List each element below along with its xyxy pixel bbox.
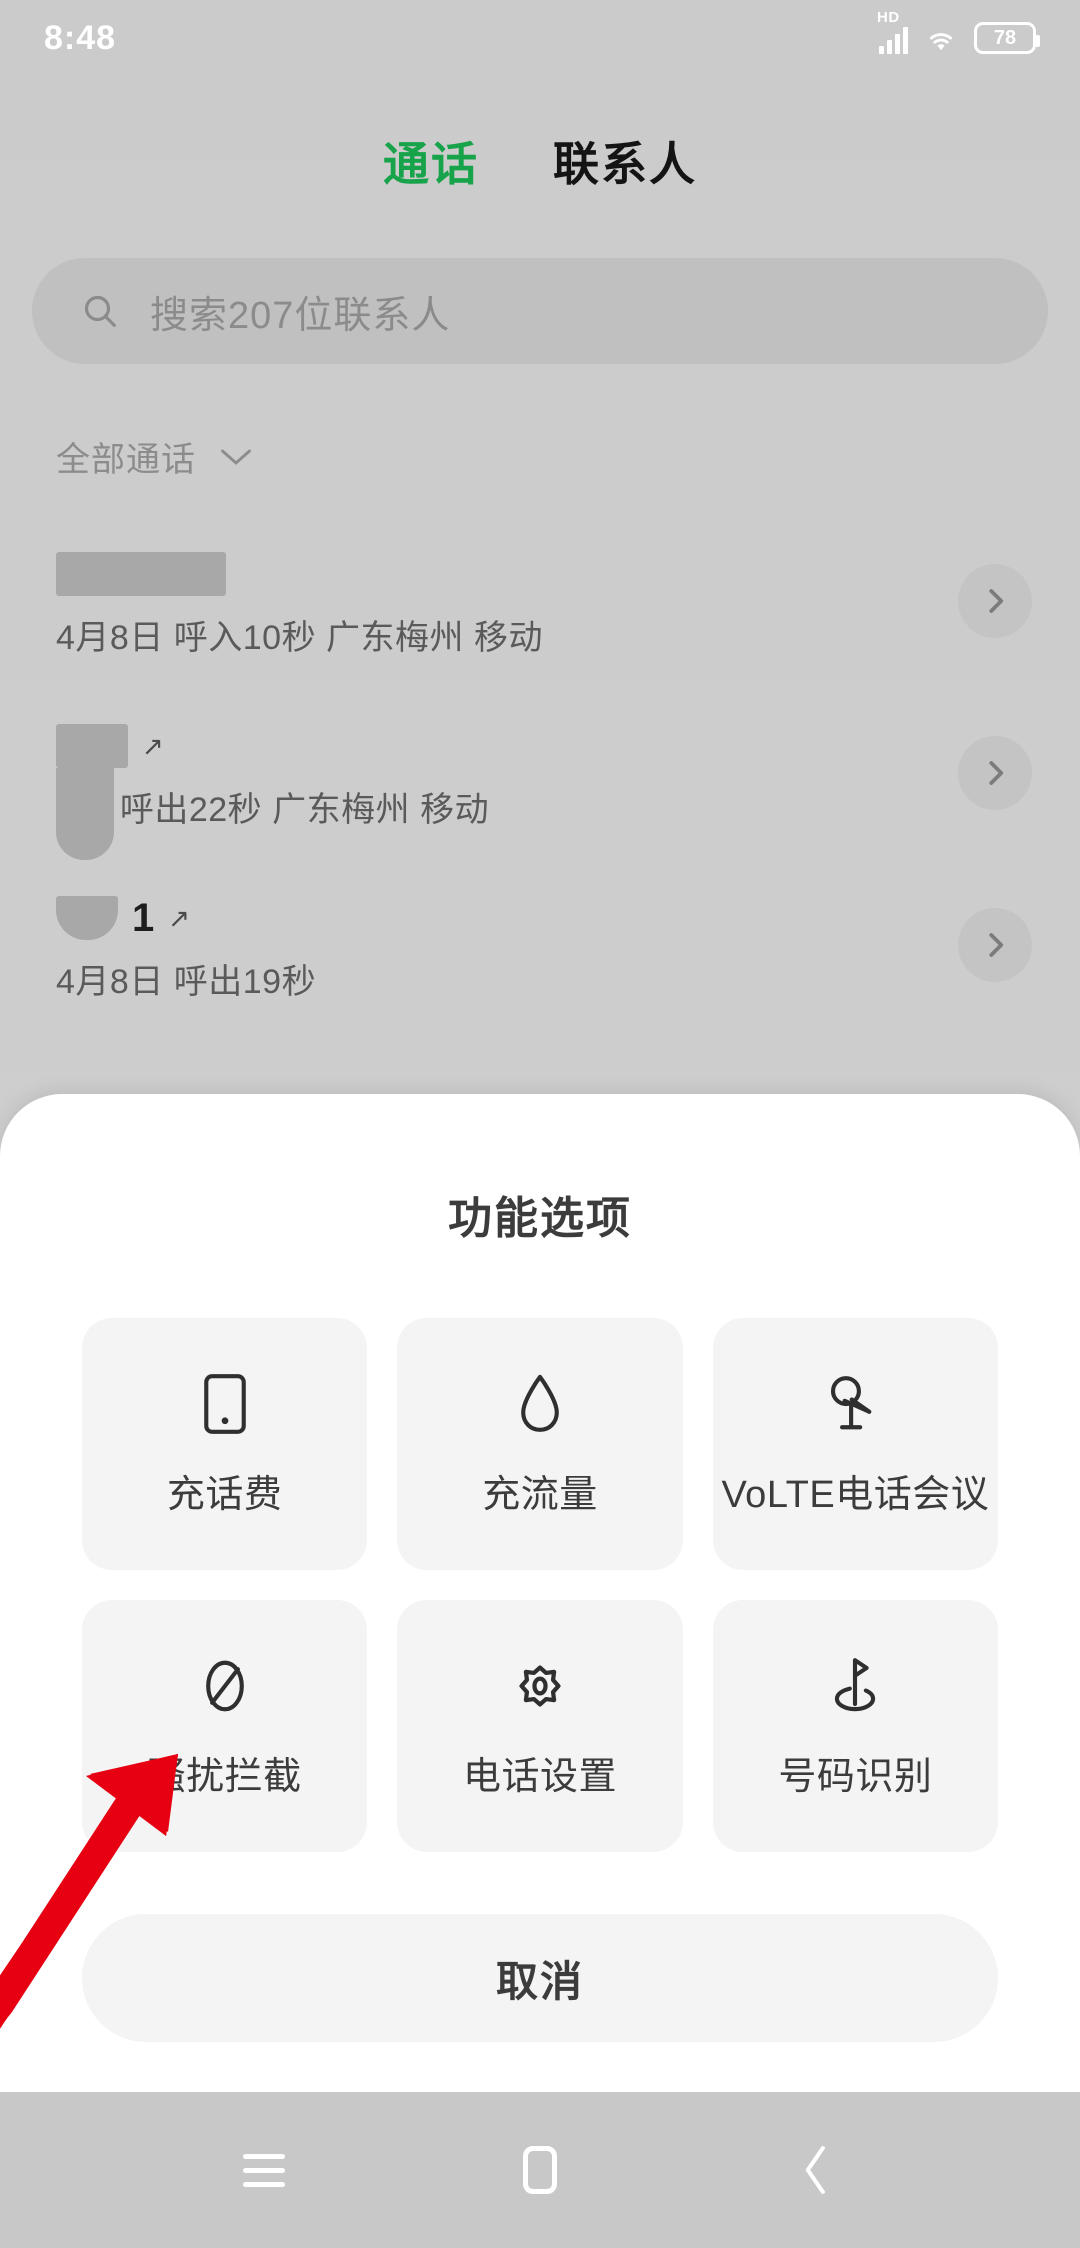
chevron-right-icon xyxy=(989,933,1004,957)
redacted-name-block xyxy=(56,724,128,768)
call-meta: 4月8日 呼出19秒 xyxy=(56,963,317,1001)
home-icon xyxy=(523,2146,557,2194)
phone-bill-icon xyxy=(192,1371,258,1437)
call-log-list: 4月8日 呼入10秒 广东梅州 移动 ↗ 8日 呼出22秒 广东梅州 移动 1 … xyxy=(0,524,1080,1040)
signal-bars-icon xyxy=(879,26,908,54)
status-bar: 8:48 HD 78 xyxy=(0,0,1080,76)
option-phone-settings[interactable]: 电话设置 xyxy=(397,1600,683,1852)
function-options-sheet: 功能选项 充话费 充流量 VoLTE电话会议 骚扰拦截 电话设置 号码识别 取消 xyxy=(0,1094,1080,2092)
back-button[interactable] xyxy=(781,2135,851,2205)
option-label: 充话费 xyxy=(166,1473,283,1516)
call-name: ↗ xyxy=(56,718,1080,774)
tab-contacts[interactable]: 联系人 xyxy=(553,128,697,194)
call-detail-button[interactable] xyxy=(958,564,1032,638)
call-name-fragment: 1 xyxy=(132,895,155,940)
call-meta: 4月8日 呼入10秒 广东梅州 移动 xyxy=(56,619,543,657)
status-icon-group: HD 78 xyxy=(877,9,1040,54)
options-grid: 充话费 充流量 VoLTE电话会议 骚扰拦截 电话设置 号码识别 xyxy=(82,1318,998,1852)
sheet-title: 功能选项 xyxy=(448,1194,632,1243)
option-label: VoLTE电话会议 xyxy=(721,1473,990,1516)
search-placeholder: 搜索207位联系人 xyxy=(150,294,451,337)
conference-call-icon xyxy=(822,1371,888,1437)
redacted-name-block xyxy=(56,896,118,940)
call-filter-label: 全部通话 xyxy=(56,441,196,479)
chevron-right-icon xyxy=(989,589,1004,613)
call-log-row[interactable]: ↗ 8日 呼出22秒 广东梅州 移动 xyxy=(0,696,1080,868)
call-meta: 8日 呼出22秒 广东梅州 移动 xyxy=(56,791,490,829)
outgoing-call-icon: ↗ xyxy=(142,731,164,761)
search-icon xyxy=(84,295,116,327)
cancel-button[interactable]: 取消 xyxy=(82,1914,998,2042)
option-recharge-bill[interactable]: 充话费 xyxy=(82,1318,368,1570)
menu-icon xyxy=(243,2153,285,2187)
wifi-icon xyxy=(930,33,952,51)
redacted-name-block xyxy=(56,768,114,860)
call-detail-button[interactable] xyxy=(958,736,1032,810)
outgoing-call-icon: ↗ xyxy=(168,903,191,933)
back-icon xyxy=(805,2146,825,2194)
data-droplet-icon xyxy=(507,1371,573,1437)
option-recharge-data[interactable]: 充流量 xyxy=(397,1318,683,1570)
option-number-identification[interactable]: 号码识别 xyxy=(712,1600,998,1852)
cancel-label: 取消 xyxy=(495,1957,584,2005)
option-label: 充流量 xyxy=(482,1473,598,1516)
settings-gear-icon xyxy=(507,1653,573,1719)
option-label: 电话设置 xyxy=(462,1755,617,1798)
tab-calls[interactable]: 通话 xyxy=(383,128,479,194)
tab-bar: 通话 联系人 xyxy=(0,128,1080,194)
chevron-down-icon xyxy=(221,449,251,465)
call-filter-dropdown[interactable]: 全部通话 xyxy=(56,432,254,481)
number-id-flag-icon xyxy=(822,1653,888,1719)
search-input[interactable]: 搜索207位联系人 xyxy=(32,258,1048,364)
battery-icon: 78 xyxy=(974,22,1040,54)
status-time: 8:48 xyxy=(44,18,117,57)
chevron-right-icon xyxy=(989,761,1004,785)
call-name xyxy=(56,546,1080,602)
option-label: 号码识别 xyxy=(778,1755,933,1798)
call-name: 1 ↗ xyxy=(56,890,1080,946)
call-log-row[interactable]: 4月8日 呼入10秒 广东梅州 移动 xyxy=(0,524,1080,696)
system-navigation-bar xyxy=(0,2092,1080,2248)
battery-level: 78 xyxy=(993,26,1017,49)
call-log-row[interactable]: 1 ↗ 4月8日 呼出19秒 xyxy=(0,868,1080,1040)
hd-signal-icon: HD xyxy=(877,9,908,54)
home-button[interactable] xyxy=(505,2135,575,2205)
redacted-name-block xyxy=(56,552,226,596)
block-icon xyxy=(192,1653,258,1719)
menu-button[interactable] xyxy=(229,2135,299,2205)
hd-label: HD xyxy=(877,9,900,26)
option-label: 骚扰拦截 xyxy=(147,1755,302,1798)
call-detail-button[interactable] xyxy=(958,908,1032,982)
option-harassment-block[interactable]: 骚扰拦截 xyxy=(82,1600,368,1852)
option-volte-conference[interactable]: VoLTE电话会议 xyxy=(712,1318,998,1570)
